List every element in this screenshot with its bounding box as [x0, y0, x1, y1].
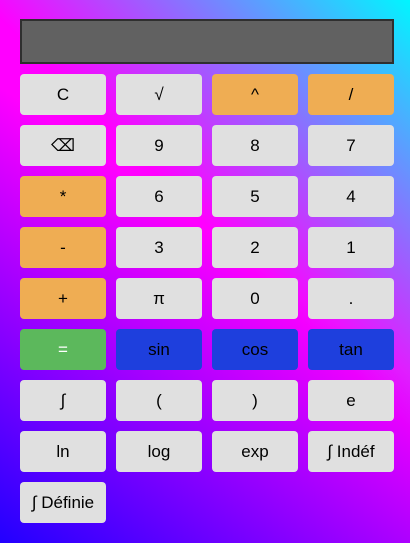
open-paren-button[interactable]: ( — [116, 380, 202, 421]
digit-1-button[interactable]: 1 — [308, 227, 394, 268]
tan-button[interactable]: tan — [308, 329, 394, 370]
integral-button[interactable]: ∫ — [20, 380, 106, 421]
digit-9-button[interactable]: 9 — [116, 125, 202, 166]
keypad: C √ ^ / ⌫ 9 8 7 * 6 5 4 -3 2 1 + π 0. = sin cos tan ∫() e ln log e… — [20, 74, 394, 523]
euler-button[interactable]: e — [308, 380, 394, 421]
definite-integral-button[interactable]: ∫ Définie — [20, 482, 106, 523]
decimal-button[interactable]: . — [308, 278, 394, 319]
clear-button[interactable]: C — [20, 74, 106, 115]
equals-button[interactable]: = — [20, 329, 106, 370]
digit-2-button[interactable]: 2 — [212, 227, 298, 268]
calculator-display — [20, 19, 394, 64]
backspace-button[interactable]: ⌫ — [20, 125, 106, 166]
digit-0-button[interactable]: 0 — [212, 278, 298, 319]
sin-button[interactable]: sin — [116, 329, 202, 370]
multiply-button[interactable]: * — [20, 176, 106, 217]
sqrt-button[interactable]: √ — [116, 74, 202, 115]
indefinite-integral-button[interactable]: ∫ Indéf — [308, 431, 394, 472]
digit-6-button[interactable]: 6 — [116, 176, 202, 217]
digit-7-button[interactable]: 7 — [308, 125, 394, 166]
digit-5-button[interactable]: 5 — [212, 176, 298, 217]
digit-3-button[interactable]: 3 — [116, 227, 202, 268]
divide-button[interactable]: / — [308, 74, 394, 115]
subtract-button[interactable]: - — [20, 227, 106, 268]
cos-button[interactable]: cos — [212, 329, 298, 370]
log-button[interactable]: log — [116, 431, 202, 472]
calculator: C √ ^ / ⌫ 9 8 7 * 6 5 4 -3 2 1 + π 0. = sin cos tan ∫() e ln log e… — [0, 0, 410, 543]
digit-4-button[interactable]: 4 — [308, 176, 394, 217]
close-paren-button[interactable]: ) — [212, 380, 298, 421]
ln-button[interactable]: ln — [20, 431, 106, 472]
digit-8-button[interactable]: 8 — [212, 125, 298, 166]
pi-button[interactable]: π — [116, 278, 202, 319]
power-button[interactable]: ^ — [212, 74, 298, 115]
add-button[interactable]: + — [20, 278, 106, 319]
exp-button[interactable]: exp — [212, 431, 298, 472]
